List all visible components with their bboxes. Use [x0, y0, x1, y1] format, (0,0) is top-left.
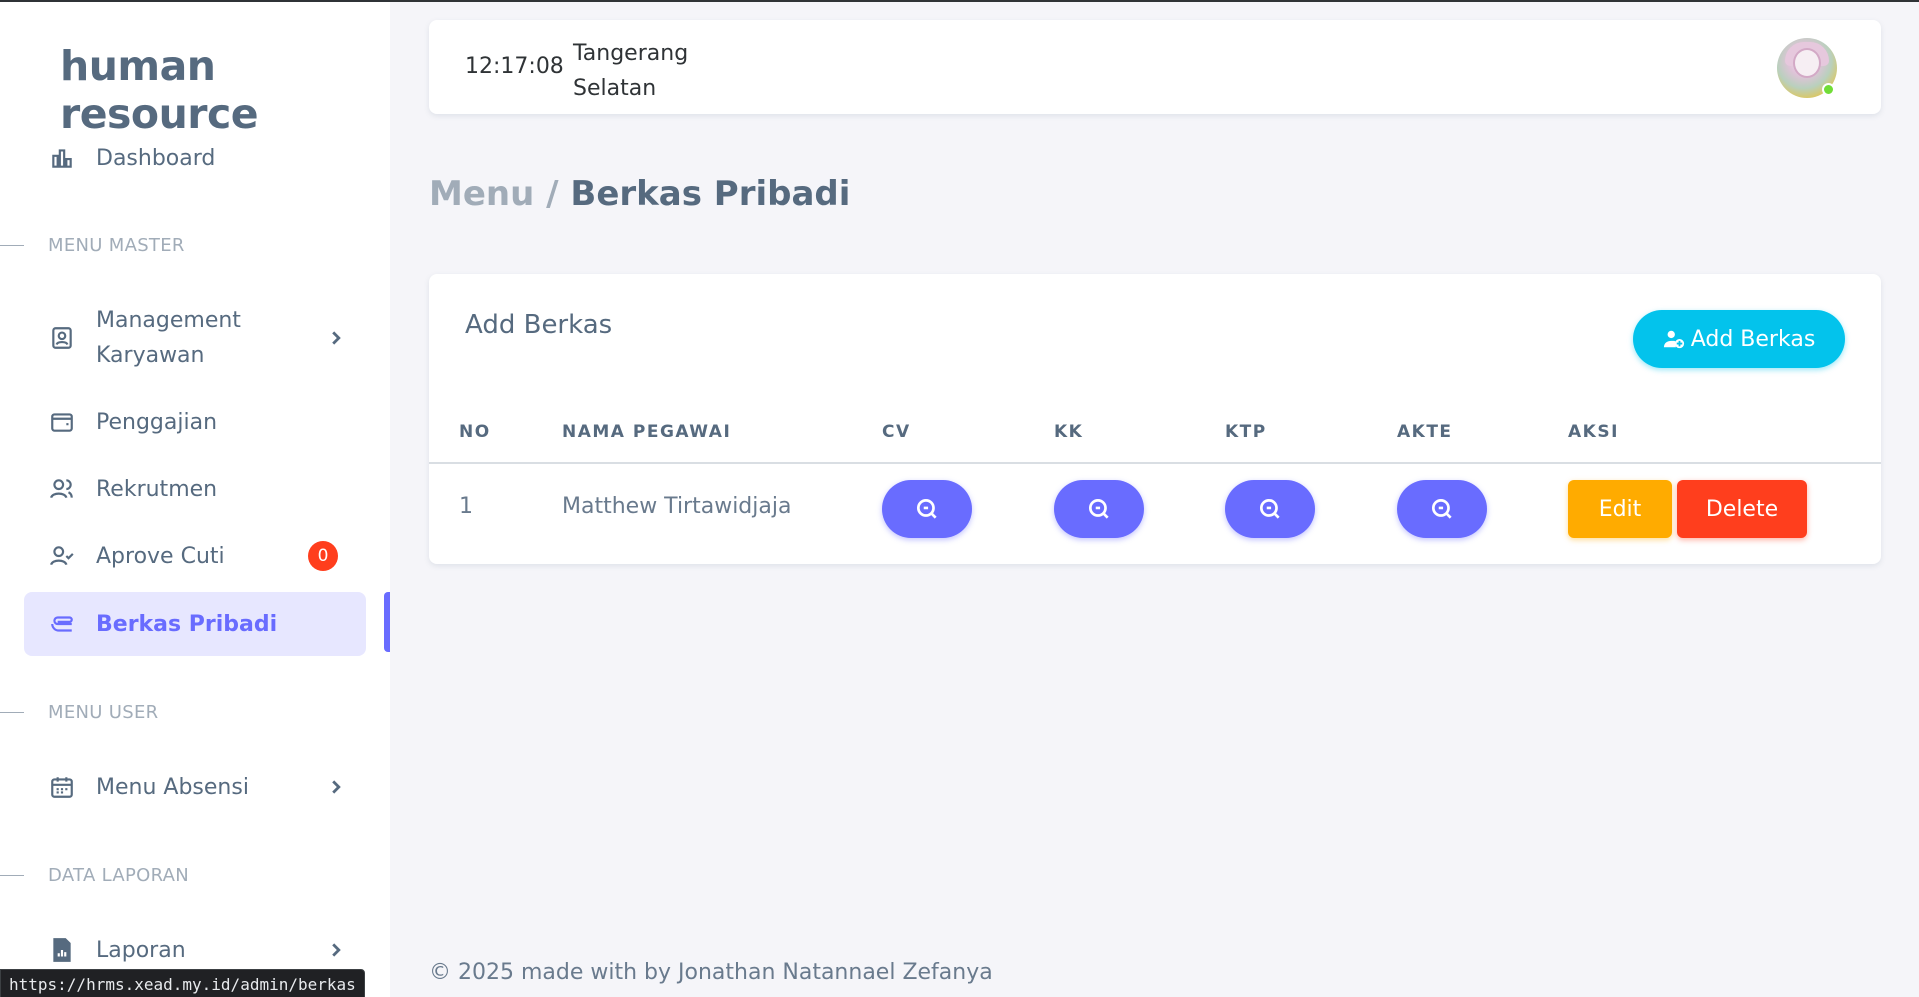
cell-no: 1	[459, 494, 473, 519]
notification-badge: 0	[308, 541, 338, 571]
column-header-ktp: KTP	[1225, 422, 1267, 442]
zoom-in-icon	[1259, 498, 1280, 519]
active-indicator	[384, 592, 390, 652]
page-title: Menu / Berkas Pribadi	[429, 174, 850, 214]
bar-chart-icon	[48, 144, 76, 172]
brand-logo[interactable]: human resource	[60, 42, 390, 138]
browser-status-url: https://hrms.xead.my.id/admin/berkas	[0, 969, 365, 997]
cell-nama-pegawai: Matthew Tirtawidjaja	[562, 494, 792, 519]
view-akte-button[interactable]	[1397, 480, 1487, 538]
column-header-nama-pegawai: NAMA PEGAWAI	[562, 422, 732, 442]
view-kk-button[interactable]	[1054, 480, 1144, 538]
berkas-card: Add Berkas Add Berkas NO NAMA PEGAWAI CV…	[429, 274, 1881, 564]
calendar-icon	[48, 773, 76, 801]
sidebar-item-dashboard[interactable]: Dashboard	[24, 126, 366, 190]
view-ktp-button[interactable]	[1225, 480, 1315, 538]
sidebar: human resource Dashboard MENU MASTER Man…	[0, 2, 390, 997]
zoom-in-icon	[916, 498, 937, 519]
chevron-right-icon	[326, 331, 346, 345]
column-header-cv: CV	[882, 422, 911, 442]
sidebar-item-label: Rekrutmen	[96, 476, 218, 502]
user-plus-icon	[1663, 330, 1684, 349]
section-header-data-laporan: DATA LAPORAN	[0, 860, 189, 890]
users-icon	[48, 475, 76, 503]
view-cv-button[interactable]	[882, 480, 972, 538]
sidebar-item-aprove-cuti[interactable]: Aprove Cuti 0	[24, 524, 366, 588]
section-header-menu-user: MENU USER	[0, 697, 158, 727]
online-status-dot	[1822, 83, 1835, 96]
sidebar-item-rekrutmen[interactable]: Rekrutmen	[24, 457, 366, 521]
sidebar-item-label: Aprove Cuti	[96, 543, 225, 569]
user-check-icon	[48, 542, 76, 570]
add-berkas-button[interactable]: Add Berkas	[1633, 310, 1845, 368]
sidebar-item-menu-absensi[interactable]: Menu Absensi	[24, 755, 366, 819]
section-header-menu-master: MENU MASTER	[0, 230, 185, 260]
card-title: Add Berkas	[465, 310, 613, 340]
zoom-in-icon	[1431, 498, 1452, 519]
sidebar-item-label: Laporan	[96, 937, 186, 963]
column-header-no: NO	[459, 422, 491, 442]
chevron-right-icon	[326, 780, 346, 794]
sidebar-item-label: Menu Absensi	[96, 774, 249, 800]
column-header-kk: KK	[1054, 422, 1084, 442]
wallet-icon	[48, 408, 76, 436]
location: Tangerang Selatan	[573, 41, 689, 101]
delete-button[interactable]: Delete	[1677, 480, 1807, 538]
sidebar-item-berkas-pribadi[interactable]: Berkas Pribadi	[24, 592, 366, 656]
edit-button[interactable]: Edit	[1568, 480, 1672, 538]
avatar[interactable]	[1777, 38, 1837, 98]
id-badge-icon	[48, 324, 76, 352]
sidebar-item-penggajian[interactable]: Penggajian	[24, 390, 366, 454]
sidebar-item-label: Dashboard	[96, 145, 216, 171]
column-header-akte: AKTE	[1397, 422, 1453, 442]
chevron-right-icon	[326, 943, 346, 957]
zoom-in-icon	[1088, 498, 1109, 519]
top-navbar: 12:17:08 Tangerang Selatan	[429, 20, 1881, 114]
sidebar-item-label: Berkas Pribadi	[96, 611, 278, 637]
paperclip-icon	[48, 610, 76, 638]
table-header-divider	[429, 462, 1881, 464]
sidebar-item-management-karyawan[interactable]: Management Karyawan	[24, 302, 366, 374]
breadcrumb: Menu /	[429, 174, 559, 214]
sidebar-item-label: Penggajian	[96, 409, 218, 435]
sidebar-item-label: Management Karyawan	[96, 308, 241, 368]
column-header-aksi: AKSI	[1568, 422, 1619, 442]
clock: 12:17:08	[465, 54, 564, 79]
page-title-current: Berkas Pribadi	[570, 174, 851, 214]
report-file-icon	[48, 936, 76, 964]
footer: © 2025 made with by Jonathan Natannael Z…	[429, 960, 993, 985]
